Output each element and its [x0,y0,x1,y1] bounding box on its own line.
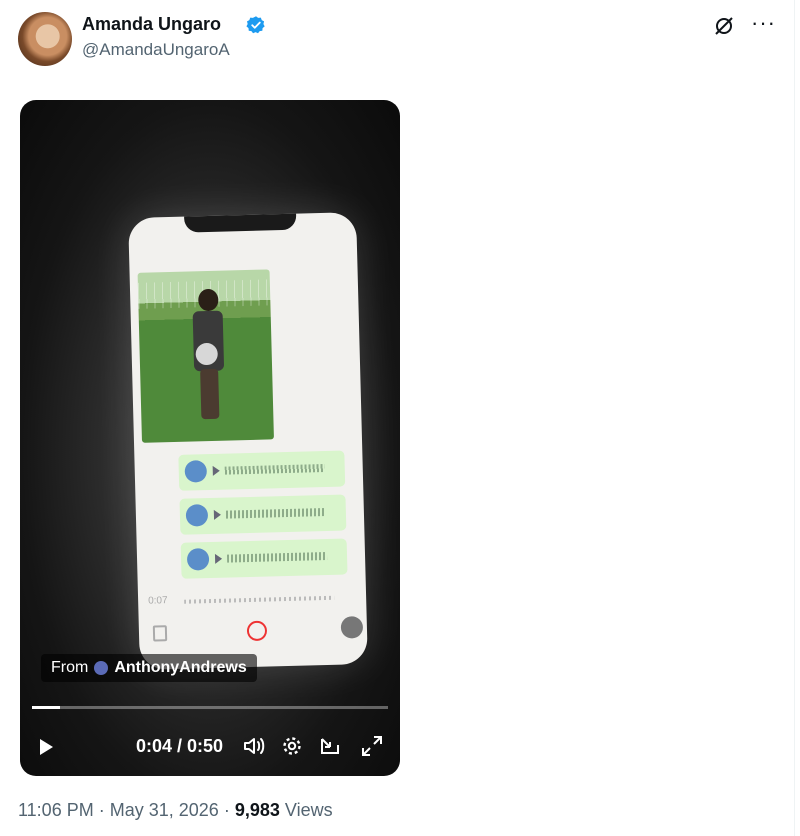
voice-avatar [186,548,210,571]
video-progress-fill [32,706,61,709]
timeline-border [794,0,795,836]
voice-message [178,450,346,491]
trash-icon [152,625,168,642]
voice-waveform [225,507,326,519]
views-count: 9,983 [234,800,280,820]
video-progress-bar[interactable] [32,706,388,709]
video-frame-phone: 0:07 [128,212,368,670]
voice-play-icon [214,553,223,564]
voice-avatar [184,460,208,483]
video-controls: 0:04 / 0:50 [20,730,400,762]
avatar[interactable] [18,12,72,66]
voice-play-icon [213,509,222,520]
post-header: Amanda Ungaro @AmandaUngaroA ··· [18,10,788,70]
views-label: Views [284,800,333,820]
fullscreen-icon[interactable] [360,734,384,758]
recording-controls [149,616,364,645]
voice-waveform [226,551,328,563]
recording-waveform [184,595,335,604]
author-name[interactable]: Amanda Ungaro [82,14,221,35]
recording-bar: 0:07 [148,590,356,609]
voice-message [179,494,347,535]
recording-time: 0:07 [148,595,168,607]
player-legs [200,368,220,420]
voice-avatar [185,504,209,527]
video-time: 0:04 / 0:50 [136,736,224,756]
post-meta: 11:06 PM · May 31, 2026 · 9,983 Views [18,800,333,821]
more-icon[interactable]: ··· [751,10,776,36]
phone-notch [184,213,297,233]
player-head [198,288,219,312]
send-icon [340,616,364,639]
pause-record-icon [246,620,268,642]
voice-play-icon [212,465,220,476]
from-account[interactable]: AnthonyAndrews [114,659,246,677]
verified-badge-icon[interactable] [246,15,266,35]
video-player[interactable]: 0:07 From AnthonyAndrews 0:04 / 0:50 [20,100,400,776]
volume-icon[interactable] [242,734,266,758]
post-time[interactable]: 11:06 PM [18,800,94,820]
from-attribution[interactable]: From AnthonyAndrews [41,654,257,682]
account-avatar-icon [94,661,109,675]
author-handle[interactable]: @AmandaUngaroA [82,40,230,60]
post-date[interactable]: May 31, 2026 [110,800,219,820]
meta-separator: · [223,800,230,820]
settings-icon[interactable] [280,734,304,758]
voice-waveform [224,464,325,475]
voice-message [180,538,348,579]
from-label: From [51,659,89,676]
play-icon[interactable] [40,739,53,755]
video-thumbnail [137,269,274,443]
grok-icon[interactable] [712,14,736,38]
pip-icon[interactable] [318,734,342,758]
meta-separator: · [98,800,105,820]
chat-header [139,238,347,253]
